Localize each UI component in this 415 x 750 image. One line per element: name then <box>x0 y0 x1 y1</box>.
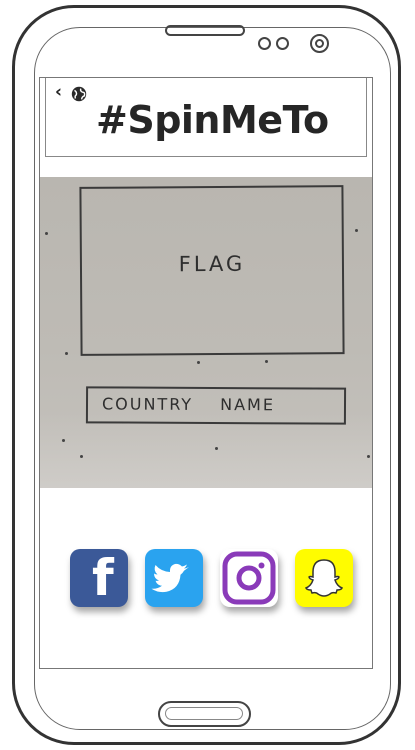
instagram-button[interactable] <box>220 549 278 607</box>
country-name-label: COUNTRY NAME <box>101 394 276 415</box>
facebook-button[interactable]: f <box>70 549 128 607</box>
social-share-row: f <box>70 549 353 607</box>
paper-speck <box>265 360 268 363</box>
flag-label: FLAG <box>178 251 246 277</box>
home-button[interactable] <box>158 701 251 727</box>
country-name-box: COUNTRY NAME <box>85 386 347 425</box>
paper-speck <box>197 361 200 364</box>
light-sensor <box>276 37 289 50</box>
snapchat-button[interactable] <box>295 549 353 607</box>
paper-speck <box>80 455 83 458</box>
app-title: #SpinMeTo <box>96 98 329 142</box>
app-screen: ‹ #SpinMeTo FLAG COUNTRY NAME f <box>39 77 373 669</box>
sketch-photo: FLAG COUNTRY NAME <box>40 177 372 492</box>
facebook-icon: f <box>92 549 114 607</box>
paper-speck <box>215 447 218 450</box>
twitter-icon <box>151 563 189 593</box>
paper-speck <box>65 352 68 355</box>
proximity-sensor <box>258 37 271 50</box>
back-chevron-icon[interactable]: ‹ <box>55 84 62 101</box>
twitter-button[interactable] <box>145 549 203 607</box>
app-header: ‹ #SpinMeTo <box>45 78 367 157</box>
paper-speck <box>367 455 370 458</box>
speaker-grille <box>165 25 245 36</box>
snapchat-icon <box>304 559 344 597</box>
paper-speck <box>45 232 48 235</box>
front-camera <box>310 34 329 53</box>
globe-icon[interactable] <box>70 85 88 103</box>
paper-speck <box>62 439 65 442</box>
paper-speck <box>355 229 358 232</box>
instagram-icon <box>222 551 276 605</box>
flag-placeholder: FLAG <box>79 185 345 356</box>
